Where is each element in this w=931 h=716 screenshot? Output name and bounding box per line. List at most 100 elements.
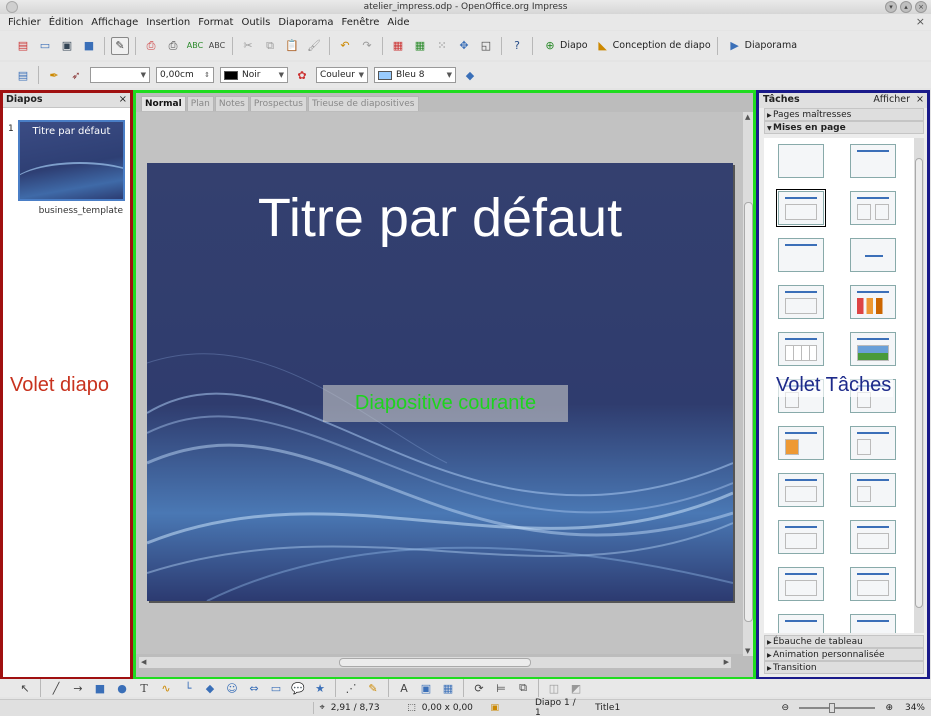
- layout-title-image[interactable]: [850, 332, 896, 366]
- close-icon[interactable]: ×: [916, 92, 924, 108]
- rotate-icon[interactable]: ⟳: [470, 679, 488, 697]
- close-document-icon[interactable]: ×: [916, 15, 925, 28]
- curve-icon[interactable]: ∿: [157, 679, 175, 697]
- menu-outils[interactable]: Outils: [237, 17, 274, 28]
- flowchart-icon[interactable]: ▭: [267, 679, 285, 697]
- menu-insertion[interactable]: Insertion: [142, 17, 194, 28]
- new-slide-button[interactable]: ⊕ Diapo: [539, 37, 587, 55]
- styles-icon[interactable]: ▤: [14, 66, 32, 84]
- line-icon[interactable]: ✒: [45, 66, 63, 84]
- autospellcheck-icon[interactable]: ABC: [208, 37, 226, 55]
- area-color-select[interactable]: Bleu 8 ▼: [374, 67, 456, 83]
- copy-icon[interactable]: ⧉: [261, 37, 279, 55]
- close-icon[interactable]: ×: [119, 92, 127, 108]
- slideshow-button[interactable]: ▶ Diaporama: [724, 37, 797, 55]
- layout-blank[interactable]: [778, 144, 824, 178]
- chart-icon[interactable]: ▦: [389, 37, 407, 55]
- layout-centered-text[interactable]: [850, 238, 896, 272]
- line-width-spinner[interactable]: 0,00cm ⇕: [156, 67, 214, 83]
- menu-fichier[interactable]: Fichier: [4, 17, 45, 28]
- layout-vertical-chart[interactable]: [850, 614, 896, 633]
- tab-prospectus[interactable]: Prospectus: [249, 96, 307, 111]
- align-icon[interactable]: ⊨: [492, 679, 510, 697]
- callouts-icon[interactable]: 💬: [289, 679, 307, 697]
- redo-icon[interactable]: ↷: [358, 37, 376, 55]
- layout-title-two-content[interactable]: [850, 191, 896, 225]
- layout-title-text-object[interactable]: [850, 426, 896, 460]
- layout-title-text[interactable]: [778, 285, 824, 319]
- zoom-slider-knob[interactable]: [829, 703, 836, 713]
- slide-title[interactable]: Titre par défaut: [147, 187, 733, 249]
- layout-title-6-content[interactable]: [778, 567, 824, 601]
- tasks-scroll-thumb[interactable]: [915, 158, 923, 608]
- fontwork-icon[interactable]: A: [395, 679, 413, 697]
- ellipse-icon[interactable]: ●: [113, 679, 131, 697]
- layout-title-2-content-over[interactable]: [850, 520, 896, 554]
- section-transition[interactable]: ▶ Transition: [764, 661, 924, 674]
- basic-shapes-icon[interactable]: ◆: [201, 679, 219, 697]
- open-icon[interactable]: ▭: [36, 37, 54, 55]
- section-table-design[interactable]: ▶ Ébauche de tableau: [764, 635, 924, 648]
- close-window-icon[interactable]: ×: [915, 1, 927, 13]
- layout-vertical-text[interactable]: [778, 614, 824, 633]
- menu-affichage[interactable]: Affichage: [87, 17, 142, 28]
- select-icon[interactable]: ↖: [16, 679, 34, 697]
- display-grid-icon[interactable]: ⁙: [433, 37, 451, 55]
- vertical-scroll-thumb[interactable]: [744, 202, 753, 622]
- points-icon[interactable]: ⋰: [342, 679, 360, 697]
- line-tool-icon[interactable]: ╱: [47, 679, 65, 697]
- slide-thumbnail[interactable]: Titre par défaut: [18, 120, 125, 201]
- area-style-select[interactable]: Couleur ▼: [316, 67, 368, 83]
- layout-title-only[interactable]: [850, 144, 896, 178]
- save-icon[interactable]: ▣: [58, 37, 76, 55]
- shadow-icon[interactable]: ◆: [461, 66, 479, 84]
- line-color-select[interactable]: Noir ▼: [220, 67, 288, 83]
- menu-diaporama[interactable]: Diaporama: [274, 17, 337, 28]
- table-icon[interactable]: ▦: [411, 37, 429, 55]
- spellcheck-icon[interactable]: ABC: [186, 37, 204, 55]
- slide-design-button[interactable]: ◣ Conception de diapo: [592, 37, 710, 55]
- layout-title-content[interactable]: [776, 189, 826, 227]
- zoom-in-icon[interactable]: ⊕: [879, 703, 899, 713]
- gallery-icon[interactable]: ◱: [477, 37, 495, 55]
- layout-title-4-content[interactable]: [778, 520, 824, 554]
- tab-plan[interactable]: Plan: [186, 96, 214, 111]
- text-tool-icon[interactable]: T: [135, 679, 153, 697]
- layout-vertical-title[interactable]: [850, 567, 896, 601]
- rectangle-icon[interactable]: ■: [91, 679, 109, 697]
- export-pdf-icon[interactable]: ⎙: [142, 37, 160, 55]
- stars-icon[interactable]: ★: [311, 679, 329, 697]
- new-document-icon[interactable]: ▤: [14, 37, 32, 55]
- paste-icon[interactable]: 📋: [283, 37, 301, 55]
- scroll-right-icon[interactable]: ▶: [724, 658, 729, 666]
- menu-aide[interactable]: Aide: [383, 17, 413, 28]
- zoom-out-icon[interactable]: ⊖: [776, 703, 796, 713]
- tasks-vertical-scrollbar[interactable]: [914, 138, 924, 633]
- layout-title-2-text[interactable]: [778, 473, 824, 507]
- tab-slide-sorter[interactable]: Trieuse de diapositives: [307, 96, 419, 111]
- show-menu-button[interactable]: Afficher: [873, 92, 910, 108]
- scroll-down-icon[interactable]: ▼: [745, 647, 750, 655]
- help-icon[interactable]: ?: [508, 37, 526, 55]
- from-file-icon[interactable]: ▣: [417, 679, 435, 697]
- tab-notes[interactable]: Notes: [214, 96, 249, 111]
- edit-file-icon[interactable]: ✎: [111, 36, 129, 55]
- minimize-icon[interactable]: ▾: [885, 1, 897, 13]
- horizontal-scrollbar[interactable]: ◀ ▶: [139, 657, 731, 668]
- zoom-level[interactable]: 34%: [899, 703, 931, 713]
- block-arrows-icon[interactable]: ⇔: [245, 679, 263, 697]
- vertical-scrollbar[interactable]: ▲ ▼: [743, 112, 754, 656]
- tab-normal[interactable]: Normal: [141, 96, 186, 111]
- gallery-drawing-icon[interactable]: ▦: [439, 679, 457, 697]
- extrusion-icon[interactable]: ◫: [545, 679, 563, 697]
- section-custom-animation[interactable]: ▶ Animation personnalisée: [764, 648, 924, 661]
- layout-title-table[interactable]: [778, 332, 824, 366]
- menu-edition[interactable]: Édition: [45, 17, 88, 28]
- line-style-select[interactable]: ▼: [90, 67, 150, 83]
- zoom-slider[interactable]: [799, 703, 876, 713]
- navigator-icon[interactable]: ✥: [455, 37, 473, 55]
- app-menu-icon[interactable]: [6, 1, 18, 13]
- menu-format[interactable]: Format: [194, 17, 237, 28]
- menu-fenetre[interactable]: Fenêtre: [338, 17, 384, 28]
- symbol-shapes-icon[interactable]: ☺: [223, 679, 241, 697]
